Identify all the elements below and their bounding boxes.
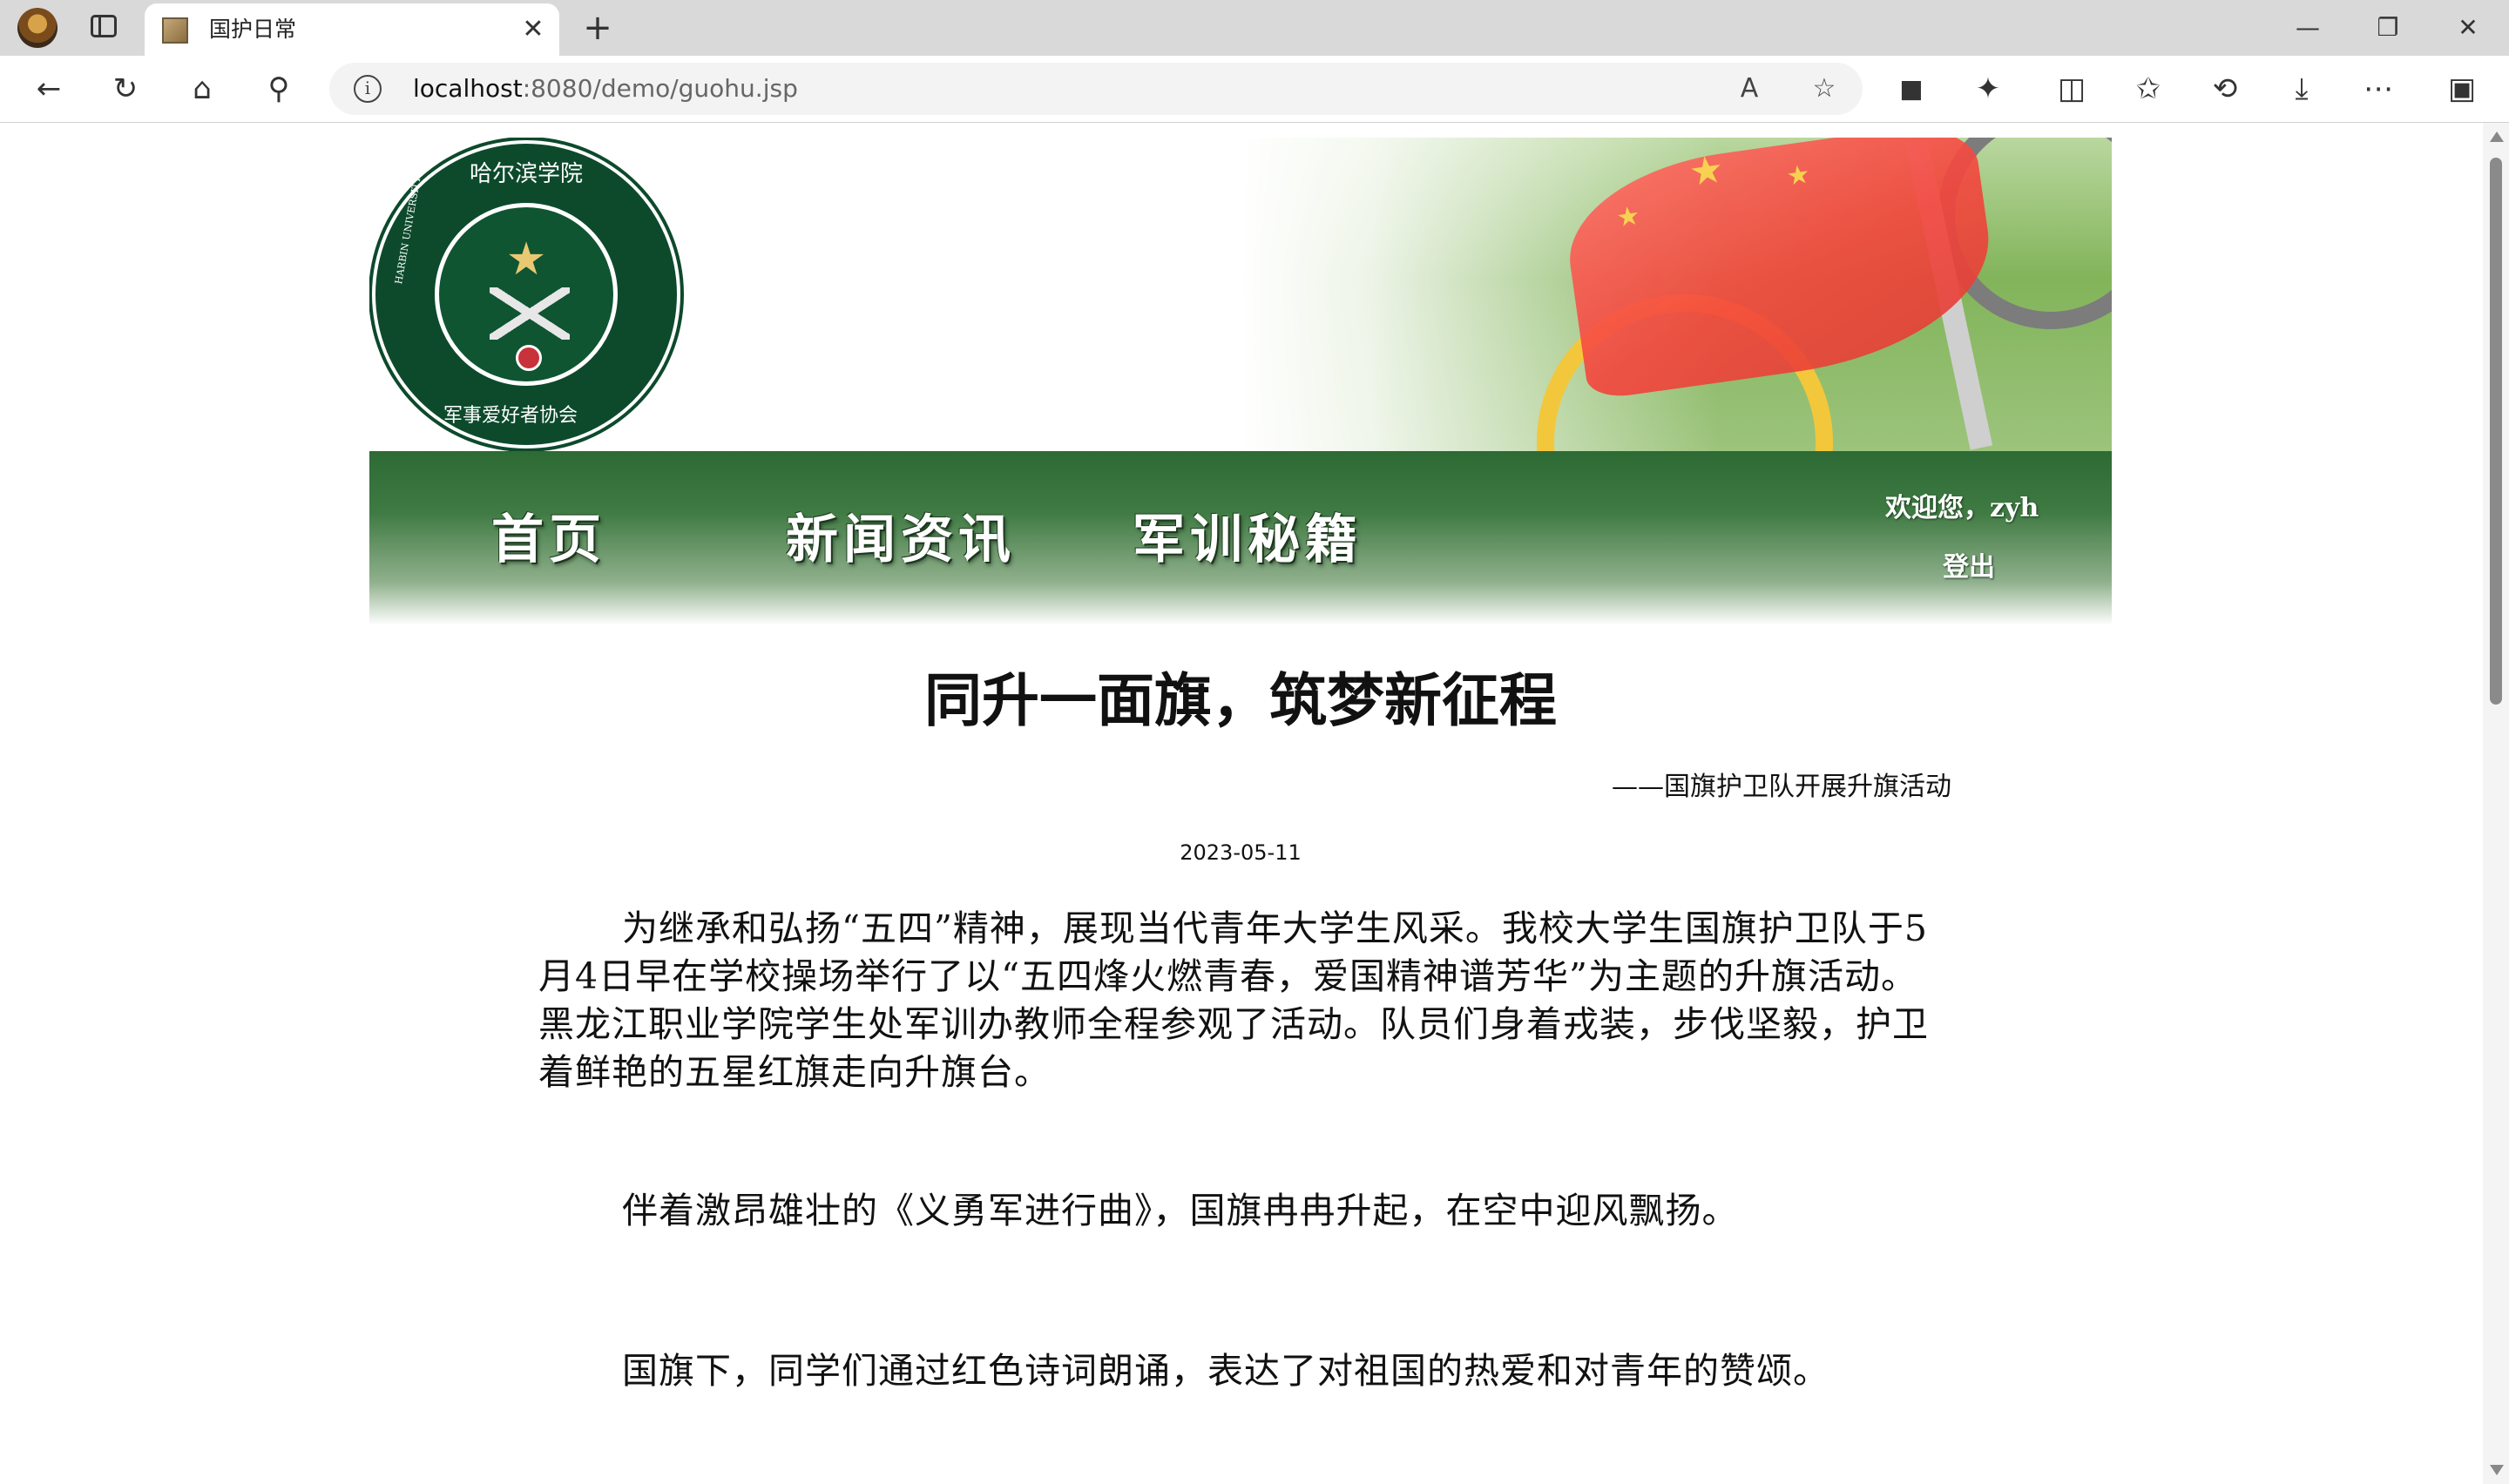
browser-tab-strip: 国护日常 ✕ + — ❐ ✕ [0, 0, 2509, 56]
header-banner: ★ ★ ★ 哈尔滨学院 军事爱好者协会 HARBIN UNIVERSITY ★ [369, 138, 2112, 451]
extension-game-icon[interactable]: ◼ [1890, 68, 1932, 110]
profile-avatar-icon[interactable] [17, 8, 57, 48]
read-aloud-icon[interactable]: A [1732, 71, 1767, 106]
minimize-icon[interactable]: — [2269, 0, 2347, 56]
national-flag-icon: ★ ★ ★ [1558, 138, 2004, 401]
article-paragraph: 伴着激昂雄壮的《义勇军进行曲》，国旗冉冉升起，在空中迎风飘扬。 [622, 1190, 1739, 1231]
restore-icon[interactable]: ❐ [2349, 0, 2427, 56]
emblem-text-bottom: 军事爱好者协会 [443, 405, 578, 427]
flag-raising-photo: ★ ★ ★ [1241, 138, 2112, 451]
emblem-center: ★ [435, 203, 618, 386]
more-menu-icon[interactable]: ⋯ [2357, 68, 2399, 110]
refresh-icon[interactable]: ↻ [105, 68, 146, 110]
split-screen-icon[interactable]: ◫ [2051, 68, 2093, 110]
page-viewport: ★ ★ ★ 哈尔滨学院 军事爱好者协会 HARBIN UNIVERSITY ★ … [0, 123, 2483, 1484]
flag-star-icon: ★ [1686, 146, 1727, 196]
scroll-up-icon[interactable] [2490, 132, 2504, 142]
emblem-star-icon: ★ [505, 233, 547, 286]
tab-actions-icon[interactable] [91, 15, 117, 37]
crossed-rifles-icon [490, 287, 570, 340]
emblem-text-en: HARBIN UNIVERSITY [393, 175, 423, 286]
home-icon[interactable]: ⌂ [181, 68, 223, 110]
scroll-down-icon[interactable] [2490, 1465, 2504, 1475]
address-bar[interactable]: i localhost:8080/demo/guohu.jsp A ☆ [329, 63, 1863, 115]
logout-link[interactable]: 登出 [1943, 545, 1995, 583]
scrollbar-thumb[interactable] [2490, 158, 2502, 705]
article-title: 同升一面旗，筑梦新征程 [924, 667, 1557, 734]
downloads-icon[interactable]: ⤓ [2281, 68, 2323, 110]
page-scrollbar[interactable] [2483, 123, 2509, 1484]
emblem-text-top: 哈尔滨学院 [470, 161, 584, 187]
back-icon[interactable]: ← [28, 68, 70, 110]
browser-tab-active[interactable]: 国护日常 ✕ [145, 3, 559, 56]
nav-item-training[interactable]: 军训秘籍 [1133, 505, 1363, 575]
tab-title: 国护日常 [209, 17, 297, 42]
main-nav: 首页 新闻资讯 军训秘籍 欢迎您，zyh 登出 [369, 451, 2112, 625]
search-icon[interactable]: ⚲ [258, 68, 300, 110]
browser-toolbar: ← ↻ ⌂ ⚲ i localhost:8080/demo/guohu.jsp … [0, 56, 2509, 123]
article-paragraph: 国旗下，同学们通过红色诗词朗诵，表达了对祖国的热爱和对青年的赞颂。 [622, 1350, 1829, 1392]
nav-item-news[interactable]: 新闻资讯 [786, 505, 1016, 575]
tab-close-icon[interactable]: ✕ [516, 12, 551, 47]
extensions-puzzle-icon[interactable]: ✦ [1967, 68, 2009, 110]
close-window-icon[interactable]: ✕ [2429, 0, 2507, 56]
tab-favicon-icon [162, 17, 188, 44]
site-info-icon[interactable]: i [354, 75, 382, 103]
article-date: 2023-05-11 [1180, 840, 1302, 865]
article-paragraph: 为继承和弘扬“五四”精神，展现当代青年大学生风采。我校大学生国旗护卫队于5月4日… [538, 907, 1929, 1093]
flag-star-icon: ★ [1614, 200, 1642, 234]
url-text[interactable]: localhost:8080/demo/guohu.jsp [413, 74, 798, 104]
sidebar-toggle-icon[interactable]: ▣ [2441, 68, 2483, 110]
emblem-badge-icon [516, 345, 542, 371]
article-subtitle: ——国旗护卫队开展升旗活动 [1612, 772, 1951, 802]
history-icon[interactable]: ⟲ [2204, 68, 2246, 110]
welcome-text: 欢迎您，zyh [1885, 493, 2039, 523]
nav-item-home[interactable]: 首页 [491, 505, 606, 575]
favorites-icon[interactable]: ✩ [2127, 68, 2169, 110]
favorite-star-icon[interactable]: ☆ [1807, 71, 1842, 106]
association-emblem-logo: 哈尔滨学院 军事爱好者协会 HARBIN UNIVERSITY ★ [375, 144, 677, 445]
new-tab-button[interactable]: + [578, 7, 617, 49]
flag-star-icon: ★ [1784, 159, 1813, 192]
